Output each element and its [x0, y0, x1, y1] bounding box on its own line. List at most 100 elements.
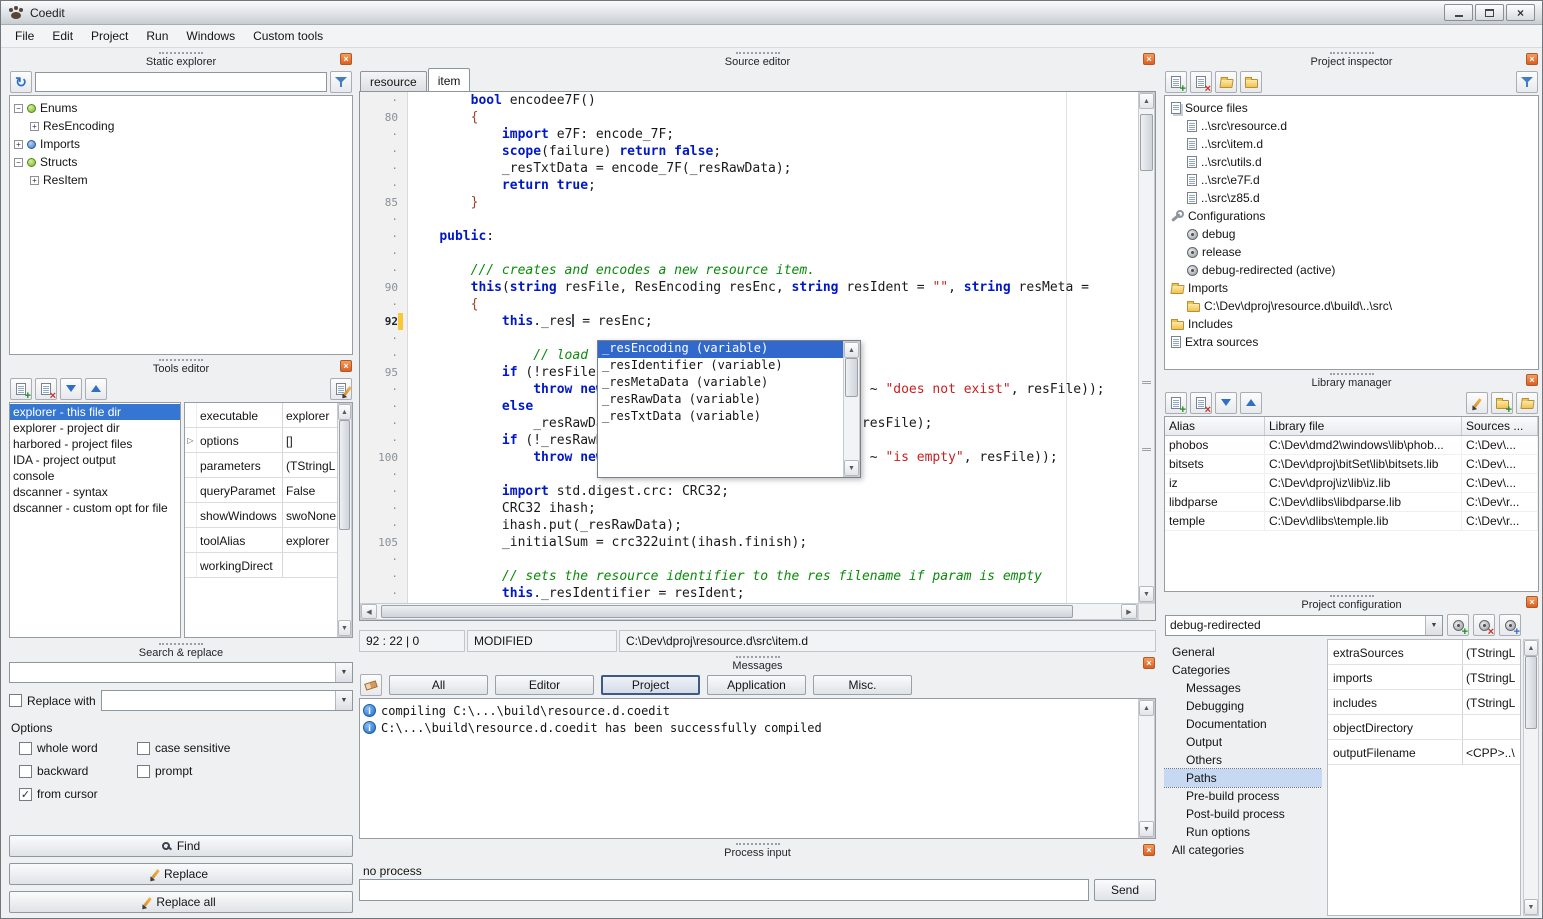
- configuration-scrollbar[interactable]: ▲▼: [1523, 639, 1539, 916]
- code-line[interactable]: · CRC32 ihash;: [360, 500, 1138, 517]
- move-tool-up-button[interactable]: [85, 378, 107, 400]
- editor-horizontal-scrollbar[interactable]: ◀▶: [360, 603, 1138, 620]
- tree-item-resitem[interactable]: +ResItem: [10, 171, 352, 189]
- close-panel-icon[interactable]: ×: [340, 360, 352, 372]
- option-backward[interactable]: backward: [19, 764, 137, 778]
- expand-icon[interactable]: +: [30, 176, 39, 185]
- inspector-item-src-resource-d[interactable]: ..\src\resource.d: [1165, 117, 1538, 135]
- tool-item-explorer-this-file-dir[interactable]: explorer - this file dir: [10, 404, 180, 420]
- option-prompt[interactable]: prompt: [137, 764, 353, 778]
- add-folder-button[interactable]: [1240, 71, 1262, 93]
- collapse-icon[interactable]: −: [14, 104, 23, 113]
- inspector-item-debug[interactable]: debug: [1165, 225, 1538, 243]
- menu-edit[interactable]: Edit: [43, 25, 82, 47]
- close-button[interactable]: ×: [1506, 4, 1535, 21]
- filter-misc[interactable]: Misc.: [813, 675, 912, 695]
- collapse-icon[interactable]: −: [14, 158, 23, 167]
- clone-configuration-button[interactable]: [1499, 614, 1521, 636]
- tree-item-imports[interactable]: +Imports: [10, 135, 352, 153]
- scroll-left-arrow[interactable]: ◀: [361, 604, 377, 619]
- category-general[interactable]: General: [1164, 643, 1322, 661]
- column-header-sources[interactable]: Sources ...: [1462, 417, 1538, 435]
- scroll-track[interactable]: [1139, 716, 1154, 821]
- property-value[interactable]: [1462, 715, 1520, 739]
- scroll-thumb[interactable]: [339, 420, 350, 530]
- editor-area[interactable]: · bool encodee7F()80 {· import e7F: enco…: [359, 91, 1156, 621]
- checkbox-icon[interactable]: [19, 765, 32, 778]
- scroll-up-arrow[interactable]: ▲: [1139, 93, 1154, 109]
- inspector-item-debug-redirected-active[interactable]: debug-redirected (active): [1165, 261, 1538, 279]
- property-value[interactable]: explorer: [283, 528, 337, 552]
- checkbox-icon[interactable]: ✓: [19, 788, 32, 801]
- property-value[interactable]: (TStringL: [1462, 640, 1520, 664]
- scroll-thumb[interactable]: [381, 605, 1073, 618]
- edit-tool-button[interactable]: [330, 378, 352, 400]
- menu-project[interactable]: Project: [82, 25, 137, 47]
- code-line[interactable]: ·: [360, 211, 1138, 228]
- code-line[interactable]: · this._resIdentifier = resIdent;: [360, 585, 1138, 602]
- tool-item-explorer-project-dir[interactable]: explorer - project dir: [10, 420, 180, 436]
- property-value[interactable]: (TStringL: [283, 453, 337, 477]
- code-line[interactable]: · return true;: [360, 177, 1138, 194]
- scroll-track[interactable]: [1139, 109, 1154, 586]
- category-documentation[interactable]: Documentation: [1164, 715, 1322, 733]
- code-line[interactable]: · // sets the resource identifier to the…: [360, 568, 1138, 585]
- panel-header[interactable]: Search & replace: [9, 642, 353, 659]
- inspector-item-src-z85-d[interactable]: ..\src\z85.d: [1165, 189, 1538, 207]
- expand-icon[interactable]: +: [14, 140, 23, 149]
- property-key[interactable]: showWindows: [197, 503, 283, 527]
- code-line[interactable]: 85 }: [360, 194, 1138, 211]
- option-case-sensitive[interactable]: case sensitive: [137, 741, 353, 755]
- close-panel-icon[interactable]: ×: [1526, 53, 1538, 65]
- edit-library-button[interactable]: [1466, 392, 1488, 414]
- checkbox-icon[interactable]: [137, 742, 150, 755]
- minimize-button[interactable]: [1444, 4, 1473, 21]
- property-value[interactable]: [283, 553, 337, 577]
- panel-header[interactable]: Messages ×: [359, 655, 1156, 672]
- property-key[interactable]: toolAlias: [197, 528, 283, 552]
- code-line[interactable]: 105 _initialSum = crc322uint(ihash.finis…: [360, 534, 1138, 551]
- category-others[interactable]: Others: [1164, 751, 1322, 769]
- completion-item-resmetadata-variable[interactable]: _resMetaData (variable): [598, 375, 843, 392]
- panel-header[interactable]: Library manager ×: [1164, 372, 1539, 389]
- add-configuration-button[interactable]: [1447, 614, 1469, 636]
- code-line[interactable]: · scope(failure) return false;: [360, 143, 1138, 160]
- close-panel-icon[interactable]: ×: [1143, 657, 1155, 669]
- category-output[interactable]: Output: [1164, 733, 1322, 751]
- tool-item-dscanner-syntax[interactable]: dscanner - syntax: [10, 484, 180, 500]
- scroll-track[interactable]: [338, 420, 351, 620]
- property-key[interactable]: executable: [197, 403, 283, 427]
- filter-application[interactable]: Application: [707, 675, 806, 695]
- tool-item-console[interactable]: console: [10, 468, 180, 484]
- scroll-down-arrow[interactable]: ▼: [1139, 586, 1154, 602]
- panel-header[interactable]: Static explorer ×: [9, 51, 353, 68]
- inspector-item-release[interactable]: release: [1165, 243, 1538, 261]
- completion-item-resencoding-variable[interactable]: _resEncoding (variable): [598, 341, 843, 358]
- editor-vertical-scrollbar[interactable]: ▲▼: [1138, 92, 1155, 603]
- scroll-up-arrow[interactable]: ▲: [1139, 700, 1154, 716]
- category-all-categories[interactable]: All categories: [1164, 841, 1322, 859]
- code-line[interactable]: · bool encodee7F(): [360, 92, 1138, 109]
- symbol-search-input[interactable]: [35, 72, 327, 92]
- category-run-options[interactable]: Run options: [1164, 823, 1322, 841]
- library-from-folder-button[interactable]: [1491, 392, 1513, 414]
- panel-header[interactable]: Source editor ×: [359, 51, 1156, 68]
- scroll-right-arrow[interactable]: ▶: [1121, 604, 1137, 619]
- code-line[interactable]: · ihash.put(_resRawData);: [360, 517, 1138, 534]
- filter-project[interactable]: Project: [601, 675, 700, 695]
- property-key[interactable]: outputFilename: [1328, 740, 1462, 764]
- option-whole-word[interactable]: whole word: [19, 741, 137, 755]
- search-combo[interactable]: ▼: [9, 662, 353, 683]
- code-line[interactable]: · _resTxtData = encode_7F(_resRawData);: [360, 160, 1138, 177]
- refresh-button[interactable]: ↻: [10, 71, 32, 93]
- category-categories[interactable]: Categories: [1164, 661, 1322, 679]
- remove-configuration-button[interactable]: [1473, 614, 1495, 636]
- scroll-up-arrow[interactable]: ▲: [1524, 640, 1538, 656]
- property-key[interactable]: imports: [1328, 665, 1462, 689]
- tool-item-harbored-project-files[interactable]: harbored - project files: [10, 436, 180, 452]
- column-header-alias[interactable]: Alias: [1165, 417, 1265, 435]
- replace-all-button[interactable]: Replace all: [9, 891, 353, 913]
- menu-run[interactable]: Run: [137, 25, 177, 47]
- property-value[interactable]: <CPP>..\: [1462, 740, 1520, 764]
- property-value[interactable]: explorer: [283, 403, 337, 427]
